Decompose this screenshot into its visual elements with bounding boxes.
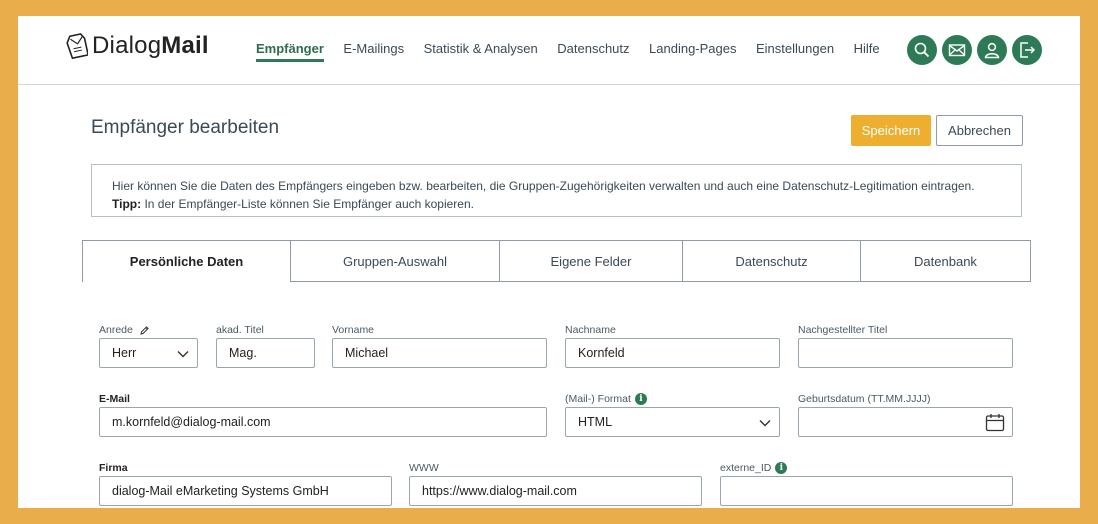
nachname-input[interactable]: Kornfeld [565, 338, 780, 368]
nav-einstellungen[interactable]: Einstellungen [756, 41, 834, 62]
header-actions [907, 35, 1047, 65]
www-input[interactable]: https://www.dialog-mail.com [409, 476, 702, 506]
anrede-value: Herr [112, 346, 137, 360]
firma-label: Firma [99, 462, 128, 474]
externe-id-input[interactable] [720, 476, 1013, 506]
info-box: Hier können Sie die Daten des Empfängers… [91, 164, 1022, 217]
info-icon[interactable]: i [775, 462, 788, 474]
top-header: DialogMail Empfänger E-Mailings Statisti… [18, 16, 1080, 85]
mail-icon [948, 44, 966, 57]
app-window: DialogMail Empfänger E-Mailings Statisti… [18, 16, 1080, 508]
tip-text: In der Empfänger-Liste können Sie Empfän… [144, 197, 474, 211]
nav-empfaenger[interactable]: Empfänger [256, 41, 324, 62]
geburtsdatum-input[interactable] [798, 407, 1013, 437]
mail-button[interactable] [942, 35, 972, 65]
nav-landing-pages[interactable]: Landing-Pages [649, 41, 736, 62]
titel-input[interactable]: Mag. [216, 338, 315, 368]
externe-id-label: externe_ID i [720, 462, 788, 474]
logo-mailbox-icon [66, 33, 88, 60]
format-label: (Mail-) Format i [565, 393, 647, 405]
logo[interactable]: DialogMail [66, 30, 209, 62]
tab-eigene-felder[interactable]: Eigene Felder [499, 240, 683, 282]
logo-prefix: Dialog [92, 32, 162, 59]
anrede-label: Anrede [99, 324, 150, 336]
www-label: WWW [409, 462, 439, 474]
user-icon [984, 42, 1000, 59]
nachgestellter-titel-label: Nachgestellter Titel [798, 324, 888, 336]
tip-label: Tipp: [112, 197, 142, 211]
format-value: HTML [578, 415, 613, 429]
logout-icon [1020, 42, 1036, 58]
chevron-down-icon [177, 351, 189, 358]
nav-hilfe[interactable]: Hilfe [854, 41, 880, 62]
format-label-text: (Mail-) Format [565, 393, 631, 405]
logout-button[interactable] [1012, 35, 1042, 65]
tab-datenbank[interactable]: Datenbank [860, 240, 1031, 282]
chevron-down-icon [759, 420, 771, 427]
nav-datenschutz[interactable]: Datenschutz [557, 41, 629, 62]
nachname-label: Nachname [565, 324, 616, 336]
cancel-button[interactable]: Abbrechen [936, 115, 1023, 146]
tab-gruppen-auswahl[interactable]: Gruppen-Auswahl [290, 240, 500, 282]
tip-line: Tipp: In der Empfänger-Liste können Sie … [112, 195, 1021, 213]
email-field[interactable]: m.kornfeld@dialog-mail.com [99, 407, 547, 437]
nav-statistik[interactable]: Statistik & Analysen [424, 41, 538, 62]
firma-input[interactable]: dialog-Mail eMarketing Systems GmbH [99, 476, 392, 506]
tab-persoenliche-daten[interactable]: Persönliche Daten [82, 240, 291, 282]
logo-bold: Mail [161, 32, 209, 59]
pencil-icon[interactable] [139, 325, 150, 336]
main-nav: Empfänger E-Mailings Statistik & Analyse… [256, 41, 899, 62]
anrede-select[interactable]: Herr [99, 338, 198, 368]
info-icon[interactable]: i [634, 393, 647, 405]
titel-label: akad. Titel [216, 324, 264, 336]
email-label: E-Mail [99, 393, 130, 405]
nav-e-mailings[interactable]: E-Mailings [343, 41, 404, 62]
format-select[interactable]: HTML [565, 407, 780, 437]
vorname-label: Vorname [332, 324, 375, 336]
tab-datenschutz[interactable]: Datenschutz [682, 240, 861, 282]
save-button[interactable]: Speichern [851, 115, 931, 146]
search-icon [914, 42, 930, 58]
anrede-label-text: Anrede [99, 324, 133, 336]
geburtsdatum-label: Geburtsdatum (TT.MM.JJJJ) [798, 393, 931, 405]
externe-id-label-text: externe_ID [720, 462, 772, 474]
search-button[interactable] [907, 35, 937, 65]
calendar-icon[interactable] [985, 413, 1005, 432]
info-text: Hier können Sie die Daten des Empfängers… [112, 179, 975, 193]
tab-bar: Persönliche Daten Gruppen-Auswahl Eigene… [82, 240, 1031, 282]
logo-text: DialogMail [92, 32, 209, 60]
page-title: Empfänger bearbeiten [91, 117, 280, 138]
user-button[interactable] [977, 35, 1007, 65]
vorname-input[interactable]: Michael [332, 338, 547, 368]
nachgestellter-titel-input[interactable] [798, 338, 1013, 368]
